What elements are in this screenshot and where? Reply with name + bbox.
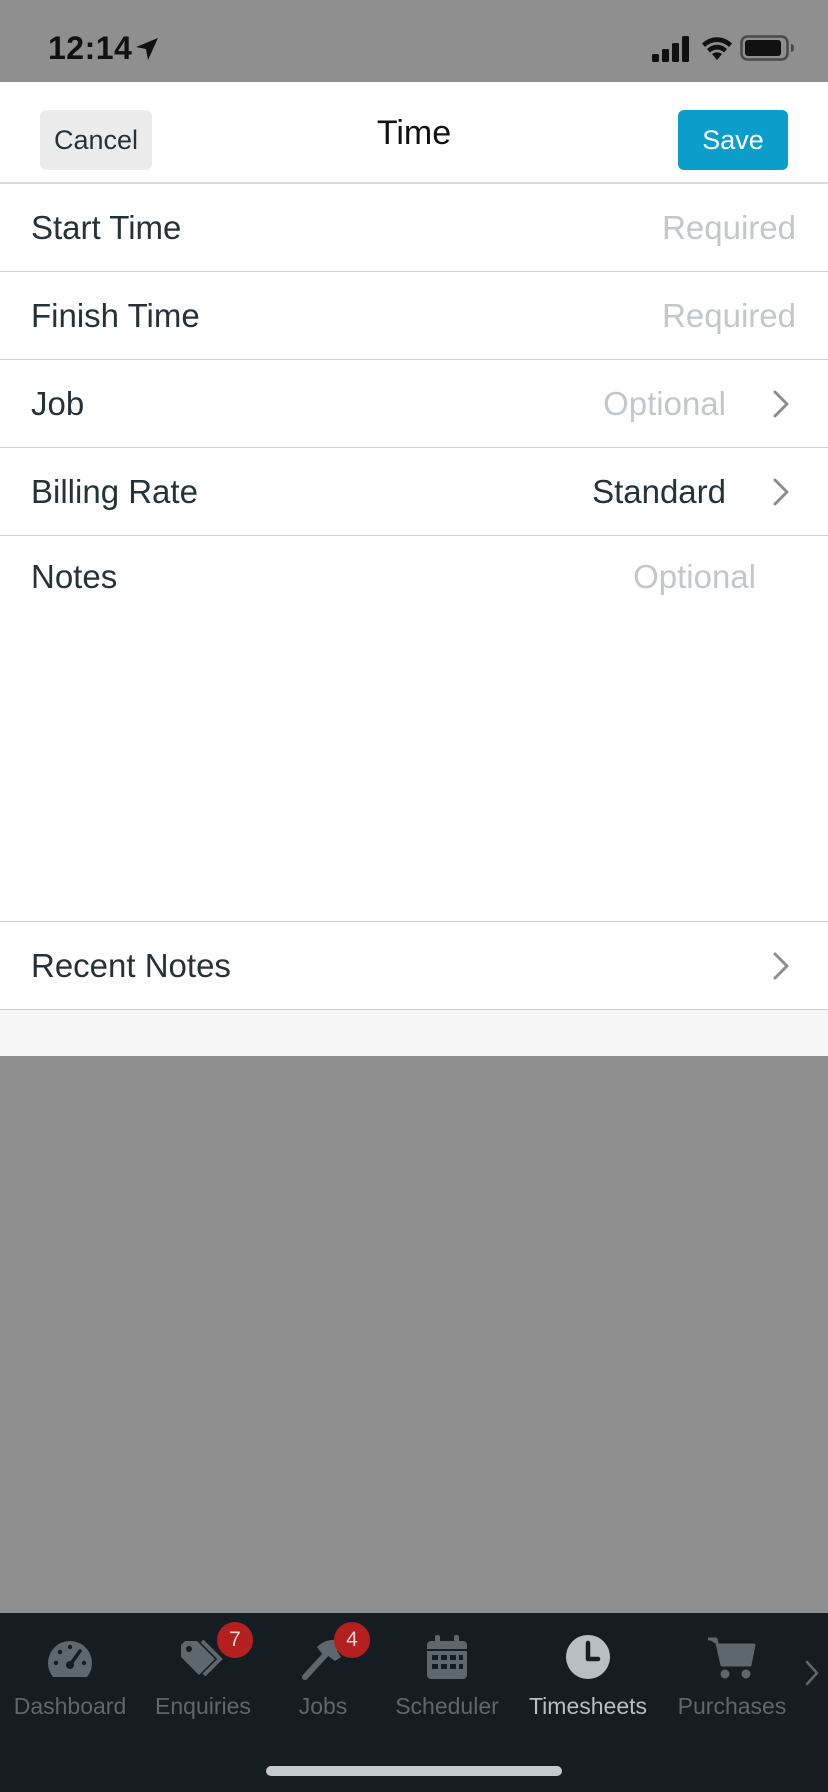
finish-time-field[interactable]: Required	[662, 272, 796, 360]
tab-label: Scheduler	[395, 1693, 499, 1719]
notes-input[interactable]: Optional	[633, 558, 756, 596]
time-entry-sheet: Cancel Time Save Start Time Required Fin…	[0, 82, 828, 1056]
chevron-right-icon	[773, 390, 789, 418]
chevron-right-icon[interactable]	[804, 1659, 820, 1687]
tab-purchases[interactable]: Purchases	[672, 1613, 792, 1723]
chevron-right-icon	[773, 952, 789, 980]
start-time-field[interactable]: Required	[662, 184, 796, 272]
tab-timesheets[interactable]: Timesheets	[522, 1613, 654, 1723]
cart-icon	[708, 1637, 756, 1679]
billing-rate-value[interactable]: Standard	[592, 448, 726, 536]
notes-field-area[interactable]: Notes Optional	[0, 536, 828, 922]
billing-rate-row[interactable]: Billing Rate Standard	[0, 448, 828, 536]
tab-label: Timesheets	[528, 1693, 648, 1719]
tab-label: Jobs	[298, 1693, 348, 1719]
location-arrow-icon	[136, 38, 158, 60]
finish-time-row[interactable]: Finish Time Required	[0, 272, 828, 360]
speedometer-icon	[47, 1641, 93, 1677]
notes-label: Notes	[31, 558, 118, 595]
job-label: Job	[31, 385, 85, 422]
billing-rate-label: Billing Rate	[31, 473, 198, 510]
finish-time-label: Finish Time	[31, 297, 200, 334]
cellular-signal-icon	[652, 36, 689, 62]
battery-icon	[740, 35, 794, 61]
start-time-row[interactable]: Start Time Required	[0, 184, 828, 272]
sheet-footer	[0, 1010, 828, 1056]
start-time-label: Start Time	[31, 209, 182, 246]
home-indicator	[266, 1766, 562, 1776]
status-time: 12:14	[48, 30, 133, 66]
job-field[interactable]: Optional	[603, 360, 726, 448]
jobs-badge: 4	[334, 1622, 370, 1658]
tab-label: Enquiries	[155, 1693, 251, 1719]
enquiries-badge: 7	[217, 1622, 253, 1658]
clock-icon	[566, 1635, 610, 1679]
tab-jobs[interactable]: Jobs 4	[278, 1613, 370, 1723]
cancel-button[interactable]: Cancel	[40, 110, 152, 170]
status-bar: 12:14	[0, 0, 828, 82]
chevron-right-icon	[773, 478, 789, 506]
tab-label: Purchases	[677, 1693, 787, 1719]
tab-scheduler[interactable]: Scheduler	[388, 1613, 506, 1723]
tab-enquiries[interactable]: Enquiries 7	[143, 1613, 263, 1723]
recent-notes-label: Recent Notes	[31, 947, 231, 984]
nav-bar: Cancel Time Save	[0, 82, 828, 184]
wifi-icon	[702, 37, 732, 60]
save-button[interactable]: Save	[678, 110, 788, 170]
tab-label: Dashboard	[13, 1693, 127, 1719]
job-row[interactable]: Job Optional	[0, 360, 828, 448]
calendar-icon	[427, 1635, 467, 1679]
recent-notes-row[interactable]: Recent Notes	[0, 922, 828, 1010]
tab-dashboard[interactable]: Dashboard	[6, 1613, 134, 1723]
